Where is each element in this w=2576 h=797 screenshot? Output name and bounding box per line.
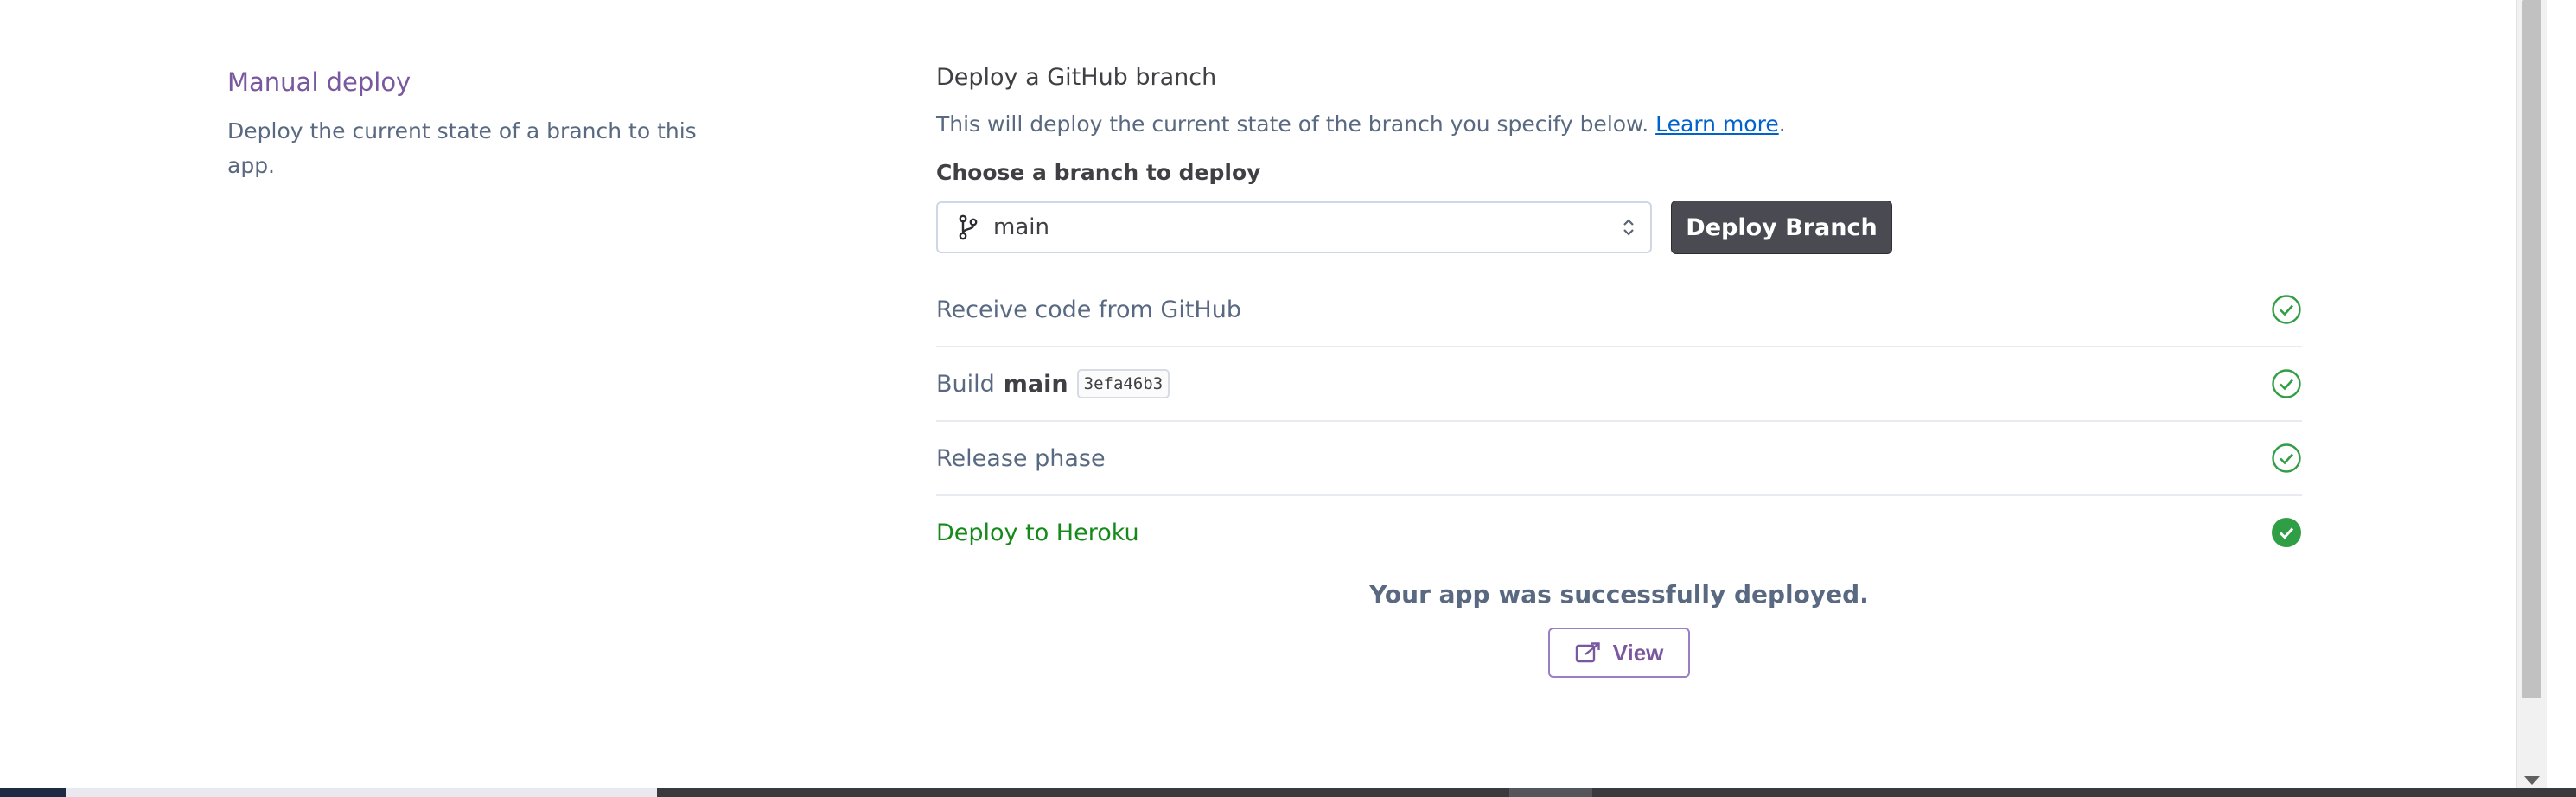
check-circle-outline-icon bbox=[2271, 443, 2302, 474]
step-deploy-heroku: Deploy to Heroku bbox=[936, 496, 2302, 569]
branch-row: main Deploy Branch bbox=[936, 201, 2302, 254]
git-branch-icon bbox=[957, 214, 979, 240]
deploy-github-title: Deploy a GitHub branch bbox=[936, 64, 1217, 91]
check-circle-outline-icon bbox=[2271, 294, 2302, 325]
step-label: Receive code from GitHub bbox=[936, 296, 1241, 323]
description-period: . bbox=[1778, 112, 1786, 137]
deploy-steps: Receive code from GitHub Build main 3efa… bbox=[936, 273, 2302, 569]
build-branch: main bbox=[1003, 370, 1068, 398]
success-message: Your app was successfully deployed. bbox=[1369, 580, 1869, 609]
scrollbar-thumb[interactable] bbox=[2522, 0, 2541, 698]
check-circle-outline-icon bbox=[2271, 368, 2302, 399]
select-arrows-icon bbox=[1621, 215, 1636, 239]
view-button-label: View bbox=[1612, 639, 1664, 666]
view-app-button[interactable]: View bbox=[1548, 628, 1690, 678]
vertical-scrollbar[interactable] bbox=[2516, 0, 2547, 788]
commit-hash: 3efa46b3 bbox=[1076, 369, 1170, 398]
section-title: Manual deploy bbox=[227, 67, 411, 97]
taskbar-item[interactable] bbox=[1509, 788, 1592, 797]
description-text: This will deploy the current state of th… bbox=[936, 112, 1649, 137]
section-description: Deploy the current state of a branch to … bbox=[227, 118, 697, 178]
check-circle-filled-icon bbox=[2271, 517, 2302, 548]
taskbar-start[interactable] bbox=[0, 788, 66, 797]
taskbar bbox=[0, 788, 2576, 797]
branch-select[interactable]: main bbox=[936, 201, 1652, 253]
deploy-panel: Deploy a GitHub branch This will deploy … bbox=[936, 61, 2302, 678]
step-receive-code: Receive code from GitHub bbox=[936, 273, 2302, 347]
deploy-github-description: This will deploy the current state of th… bbox=[936, 109, 2302, 140]
scroll-down-arrow-icon[interactable] bbox=[2524, 776, 2540, 785]
step-label: Release phase bbox=[936, 444, 1106, 472]
choose-branch-label: Choose a branch to deploy bbox=[936, 160, 1261, 185]
step-label: Deploy to Heroku bbox=[936, 519, 1139, 546]
manual-deploy-section: Manual deploy Deploy the current state o… bbox=[227, 66, 711, 183]
step-release-phase: Release phase bbox=[936, 422, 2302, 496]
step-build: Build main 3efa46b3 bbox=[936, 347, 2302, 422]
taskbar-item[interactable] bbox=[66, 788, 657, 797]
learn-more-link[interactable]: Learn more bbox=[1655, 112, 1779, 137]
step-label: Build bbox=[936, 370, 995, 398]
page: Manual deploy Deploy the current state o… bbox=[0, 0, 2547, 788]
external-link-icon bbox=[1575, 641, 1601, 665]
selected-branch: main bbox=[993, 214, 1049, 240]
deploy-branch-button[interactable]: Deploy Branch bbox=[1671, 201, 1892, 254]
